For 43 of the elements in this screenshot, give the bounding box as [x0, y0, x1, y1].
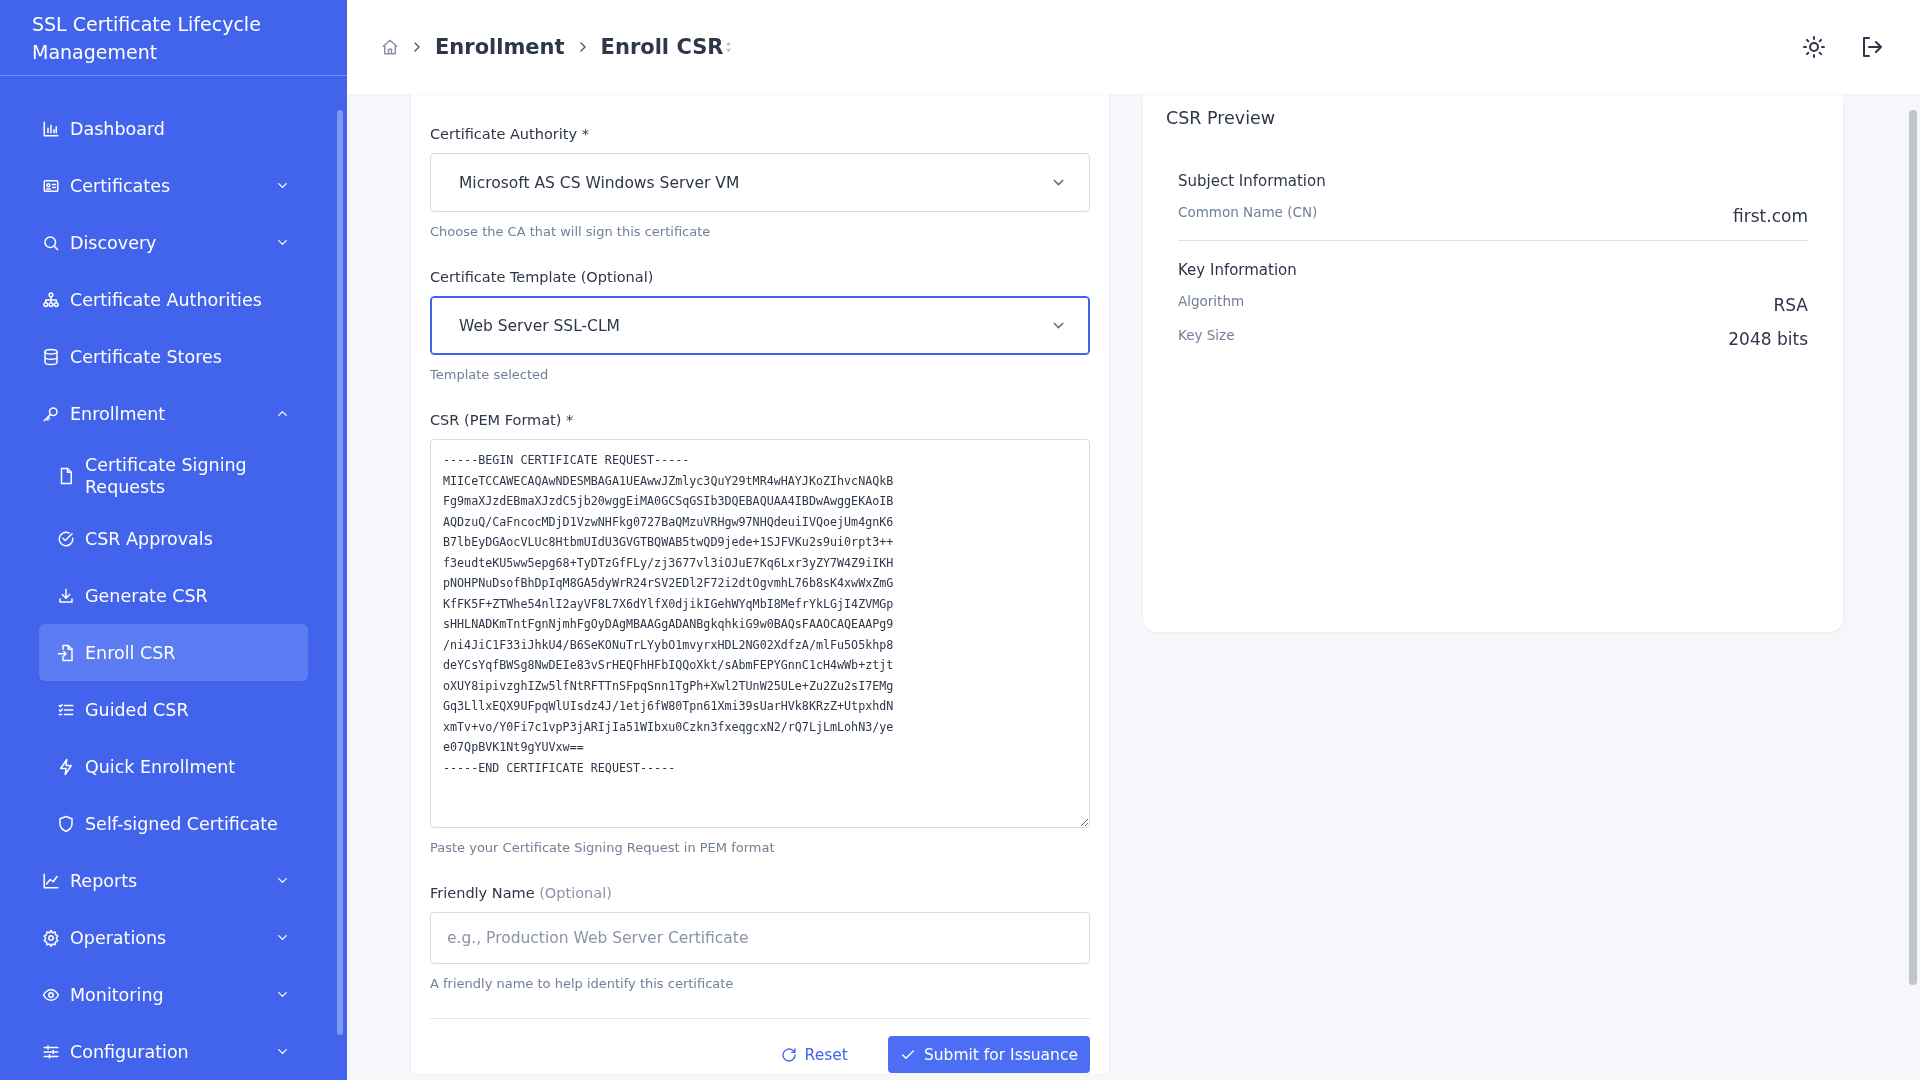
sidebar-item[interactable]: Monitoring — [39, 966, 308, 1023]
sidebar-item[interactable]: Discovery — [39, 214, 308, 271]
help-text: Paste your Certificate Signing Request in PEM format — [430, 840, 776, 855]
help-text: Choose the CA that will sign this certificate — [430, 224, 712, 239]
help-text: A friendly name to help identify this certificate — [430, 976, 735, 991]
input-field[interactable]: e.g., Production Web Server Certificate — [430, 912, 1090, 964]
card-title: CSR Preview — [1166, 108, 1277, 128]
field-label: Friendly Name (Optional) — [430, 885, 613, 901]
reset-button[interactable]: Reset — [768, 1036, 860, 1073]
sidebar-item[interactable]: Certificate Authorities — [39, 271, 308, 328]
section-heading: Subject Information — [1178, 172, 1327, 190]
detail-value: first.com — [1733, 206, 1808, 226]
field-label: Certificate Template (Optional) — [430, 269, 655, 285]
sidebar-item[interactable]: Reports — [39, 852, 308, 909]
detail-label: Key Size — [1178, 327, 1235, 343]
sidebar-item[interactable]: Certificates — [39, 157, 308, 214]
detail-value: 2048 bits — [1728, 329, 1808, 349]
sidebar-item[interactable]: Quick Enrollment — [39, 738, 308, 795]
section-heading: Key Information — [1178, 261, 1298, 279]
sidebar-item[interactable]: CSR Approvals — [39, 510, 308, 567]
submit-button[interactable]: Submit for Issuance — [887, 1036, 1090, 1073]
breadcrumb-item[interactable]: Enrollment — [435, 35, 565, 59]
field-label: Certificate Authority * — [430, 126, 590, 142]
breadcrumb-item: Enroll CSR — [600, 35, 724, 59]
sidebar-item[interactable]: Configuration — [39, 1023, 308, 1080]
sidebar-item[interactable]: Certificate Signing Requests — [39, 442, 308, 510]
sidebar-item[interactable]: Generate CSR — [39, 567, 308, 624]
sidebar-item[interactable]: Enroll CSR — [39, 624, 308, 681]
help-text: Template selected — [430, 367, 550, 382]
csr-field[interactable]: -----BEGIN CERTIFICATE REQUEST----- MIICeTCCAWECAQAwNDESMBAGA1UEAwwJZmlyc3QuY29tMR4wHAYJKoZIhvcNAQkB Fg9maXJzdEBmaXJzdC5jb20wggEiMA0GCSqGSIb3DQEBAQUAA4IBDwAwggEKAoIB AQDzuQ/CaFncocMDjD1VzwNHFkg0727BaQMzuVRHgw97NHQdeuiIVQoejUm4gnK6 B7lbEyDGAocVLUc8HtbmUIdU3GVGTBQWAB5twQD9jede+1SJFVKu2s9ui0rpt3++ f3eudteKU5ww5epg68+TyDTzGfFLy/zj3677vl3iOJuE7Kq6Lxr3yZY7W4Z9iIKH pNOHPNuDsofBhDpIqM8GA5dyWrR24rSV2EDl2F72i2dtOgvmhL76b8sK4xwWxZmG KfFK5F+ZTWhe54nlI2ayVF8L7X6dYlfX0djikIGehWYqMbI8MefrYkLGjI4ZVMGp sHHLNADKmTntFgnNjmhFgOyDAgMBAAGgADANBgkqhkiG9w0BAQsFAAOCAQEAAPg9 /ni4JiC1F33iJhkU4/B6SeKONuTrLYybO1mvyrxHDL2NG02XdfzA/mlFu5O5khp8 deYCsYqfBWSg8NwDEIe83vSrHEQFhHFbIQQoXkt/sAbmFEPYGnnC1cH4wWb+ztjt oXUY8ipivzghIZw5lfNtRFTTnSFpqSnn1TgPh+Xwl2TUnW25ULe+Zu2Zu2sI7EMg Gq3LllxEQX9UFpqWlUIsdz4J/1etj6fW80Tpn61Xmi39sUarHVk8KRzZ+UtpxhdN xmTv+vo/Y0Fi7c1vpP3jARIjIa51WIbxu0Czkn3fxeqgcxN2/rQ7LjLmLohN3/ye e07QpBVK1Nt9gYUVxw== -----END CERTIFICATE REQUEST----- — [430, 439, 1090, 828]
field-label: CSR (PEM Format) * — [430, 412, 575, 428]
sidebar-item[interactable]: Certificate Stores — [39, 328, 308, 385]
sidebar-item[interactable]: Self-signed Certificate — [39, 795, 308, 852]
select-field[interactable]: Web Server SSL-CLM — [430, 296, 1090, 355]
sidebar-item[interactable]: Guided CSR — [39, 681, 308, 738]
sidebar-item[interactable]: Enrollment — [39, 385, 308, 442]
sidebar-item[interactable]: Dashboard — [39, 100, 308, 157]
app-title: SSL Certificate Lifecycle Management — [32, 11, 262, 65]
sidebar-item[interactable]: Operations — [39, 909, 308, 966]
detail-label: Common Name (CN) — [1178, 204, 1318, 220]
detail-value: RSA — [1773, 295, 1808, 315]
detail-label: Algorithm — [1178, 293, 1245, 309]
select-field[interactable]: Microsoft AS CS Windows Server VM — [430, 153, 1090, 212]
